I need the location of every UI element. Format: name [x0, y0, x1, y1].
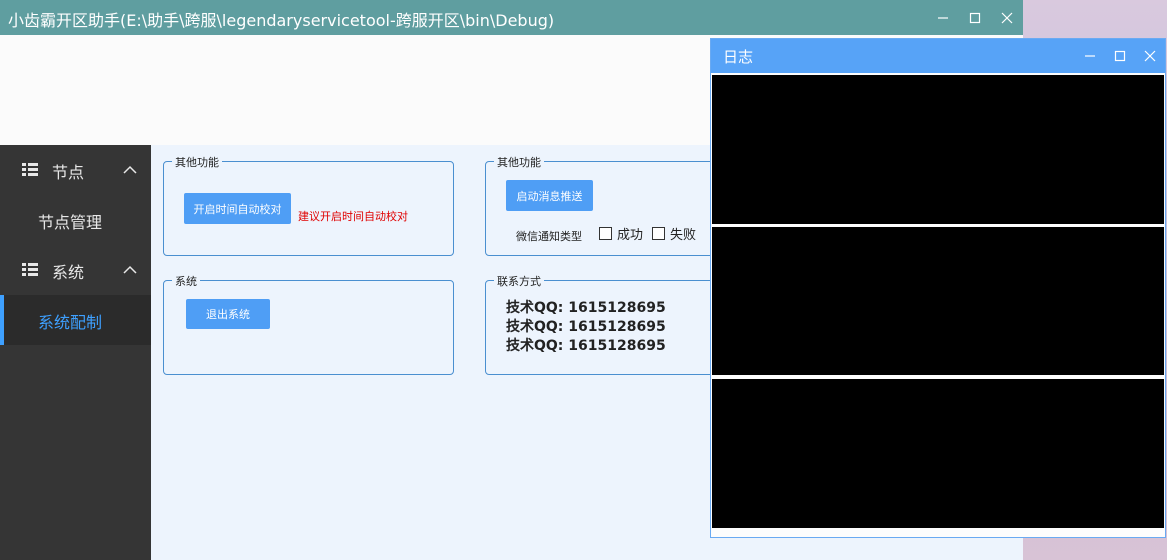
title-bar[interactable]: 小齿霸开区助手(E:\助手\跨服\legendaryservicetool-跨服… — [0, 0, 1023, 35]
contact-qq-line: 技术QQ: 1615128695 — [506, 338, 666, 354]
minimize-button[interactable] — [927, 0, 959, 35]
log-close-button[interactable] — [1135, 39, 1165, 73]
checkbox-box — [652, 227, 665, 240]
auto-time-sync-button[interactable]: 开启时间自动校对 — [184, 193, 291, 224]
list-icon — [22, 163, 38, 176]
close-icon — [1001, 12, 1013, 23]
log-pane[interactable] — [712, 379, 1164, 528]
close-button[interactable] — [991, 0, 1023, 35]
sidebar-item-label: 节点管理 — [38, 213, 103, 232]
start-message-push-button[interactable]: 启动消息推送 — [506, 180, 593, 211]
exit-system-button[interactable]: 退出系统 — [186, 299, 270, 329]
list-icon — [22, 263, 38, 276]
success-checkbox[interactable]: 成功 — [599, 224, 643, 243]
checkbox-label: 失败 — [670, 228, 697, 243]
log-window: 日志 — [710, 38, 1166, 538]
log-maximize-button[interactable] — [1105, 39, 1135, 73]
contact-qq-line: 技术QQ: 1615128695 — [506, 319, 666, 335]
panel-title: 系统 — [172, 273, 200, 289]
panel-title: 其他功能 — [494, 154, 544, 170]
log-pane[interactable] — [712, 227, 1164, 375]
chevron-up-icon — [123, 265, 137, 274]
minimize-icon — [1085, 55, 1095, 57]
panel-other-functions-2: 其他功能 启动消息推送 微信通知类型 成功 失败 — [485, 154, 725, 256]
failure-checkbox[interactable]: 失败 — [652, 224, 696, 243]
sidebar-group-nodes[interactable]: 节点 — [0, 145, 151, 195]
sidebar-group-system[interactable]: 系统 — [0, 245, 151, 295]
log-minimize-button[interactable] — [1075, 39, 1105, 73]
maximize-icon — [1114, 50, 1126, 62]
log-title-bar[interactable]: 日志 — [711, 39, 1165, 73]
maximize-icon — [969, 12, 981, 23]
panel-contact: 联系方式 技术QQ: 1615128695 技术QQ: 1615128695 技… — [485, 273, 725, 375]
checkbox-label: 成功 — [617, 228, 644, 243]
sidebar: 节点 节点管理 系统 系统配制 — [0, 145, 151, 560]
chevron-up-icon — [123, 165, 137, 174]
sidebar-item-label: 系统配制 — [38, 313, 103, 332]
panel-other-functions: 其他功能 开启时间自动校对 建议开启时间自动校对 — [163, 154, 454, 256]
time-sync-hint: 建议开启时间自动校对 — [298, 210, 408, 223]
close-icon — [1144, 50, 1156, 62]
panel-title: 联系方式 — [494, 273, 544, 289]
window-title: 小齿霸开区助手(E:\助手\跨服\legendaryservicetool-跨服… — [8, 11, 555, 30]
contact-qq-line: 技术QQ: 1615128695 — [506, 300, 666, 316]
sidebar-item-node-management[interactable]: 节点管理 — [0, 195, 151, 245]
panel-system: 系统 退出系统 — [163, 273, 454, 375]
sidebar-group-label: 系统 — [52, 263, 85, 282]
log-window-title: 日志 — [723, 48, 754, 66]
minimize-icon — [938, 16, 948, 19]
log-pane[interactable] — [712, 75, 1164, 224]
sidebar-group-label: 节点 — [52, 163, 85, 182]
checkbox-box — [599, 227, 612, 240]
sidebar-item-system-config[interactable]: 系统配制 — [0, 295, 151, 345]
panel-title: 其他功能 — [172, 154, 222, 170]
wechat-notify-type-label: 微信通知类型 — [516, 230, 582, 243]
maximize-button[interactable] — [959, 0, 991, 35]
